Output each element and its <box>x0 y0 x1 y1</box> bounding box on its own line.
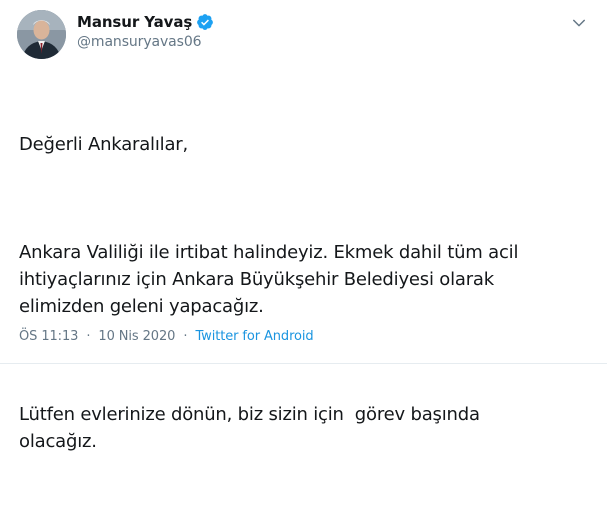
meta-separator: · <box>86 329 91 344</box>
tweet-date[interactable]: 10 Nis 2020 <box>98 329 175 344</box>
tweet-source-link[interactable]: Twitter for Android <box>195 329 313 344</box>
divider <box>0 363 607 364</box>
tweet-menu-chevron-down-icon[interactable] <box>570 14 588 32</box>
author-avatar[interactable] <box>17 10 66 59</box>
tweet-paragraph: Lütfen evlerinize dönün, biz sizin için … <box>19 404 480 452</box>
tweet-card: Mansur Yavaş @mansuryavas06 Değerli Anka… <box>0 0 607 452</box>
author-display-name[interactable]: Mansur Yavaş <box>77 13 192 31</box>
avatar-photo-icon <box>17 10 66 59</box>
tweet-meta: ÖS 11:13 · 10 Nis 2020 · Twitter for And… <box>19 329 314 344</box>
verified-badge-icon <box>196 13 214 31</box>
tweet-text: Değerli Ankaralılar, Ankara Valiliği ile… <box>19 77 604 509</box>
tweet-paragraph: Ankara Valiliği ile irtibat halindeyiz. … <box>19 242 519 317</box>
author-name-row: Mansur Yavaş <box>77 12 214 32</box>
author-info: Mansur Yavaş @mansuryavas06 <box>77 12 214 50</box>
author-handle[interactable]: @mansuryavas06 <box>77 34 214 50</box>
tweet-time[interactable]: ÖS 11:13 <box>19 329 78 344</box>
meta-separator: · <box>183 329 188 344</box>
tweet-paragraph: Değerli Ankaralılar, <box>19 134 189 155</box>
